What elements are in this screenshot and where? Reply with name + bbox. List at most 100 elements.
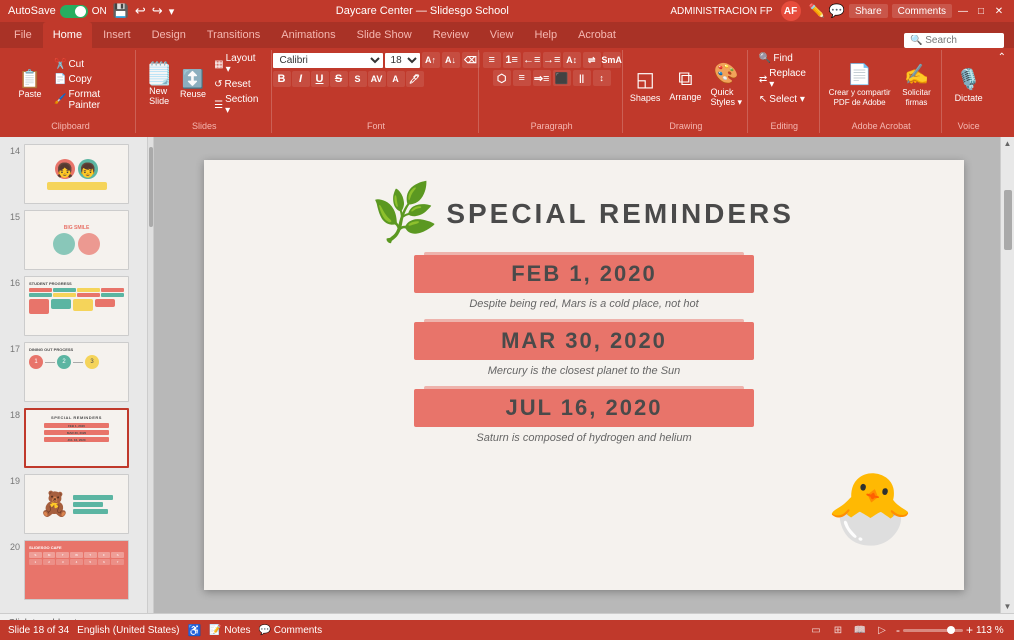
undo-icon[interactable]: ↩ xyxy=(135,3,146,19)
title-bar-right: ADMINISTRACION FP AF ✏️ 💬 Share Comments… xyxy=(670,1,1006,21)
create-pdf-button[interactable]: 📄 Crear y compartirPDF de Adobe xyxy=(826,60,894,109)
presentation-view-button[interactable]: ▷ xyxy=(874,622,890,638)
increase-indent-button[interactable]: →≡ xyxy=(543,52,561,68)
tab-design[interactable]: Design xyxy=(142,22,196,48)
text-direction-button[interactable]: A↕ xyxy=(563,52,581,68)
font-shrink-button[interactable]: A↓ xyxy=(442,52,460,68)
share-button[interactable]: Share xyxy=(849,4,888,18)
redo-icon[interactable]: ↪ xyxy=(152,3,163,19)
search-input[interactable] xyxy=(904,33,1004,48)
bullets-button[interactable]: ≡ xyxy=(483,52,501,68)
tab-animations[interactable]: Animations xyxy=(271,22,345,48)
new-slide-button[interactable]: 🗒️ NewSlide xyxy=(143,61,174,108)
copy-button[interactable]: 📄 Copy xyxy=(51,73,129,86)
quick-styles-icon: 🎨 xyxy=(714,61,739,86)
select-button[interactable]: ↖ Select ▾ xyxy=(756,93,813,106)
convert-button[interactable]: ⇌ xyxy=(583,52,601,68)
tab-insert[interactable]: Insert xyxy=(93,22,141,48)
zoom-out-button[interactable]: - xyxy=(896,623,900,637)
save-icon[interactable]: 💾 xyxy=(113,3,129,19)
slide-thumb-17[interactable]: 17 DINING OUT PROCESS 1 2 3 xyxy=(0,339,147,405)
slide-thumb-19[interactable]: 19 🧸 xyxy=(0,471,147,537)
feedback-icon[interactable]: 💬 xyxy=(829,3,845,19)
replace-button[interactable]: ⇄ Replace ▾ xyxy=(756,67,813,91)
tab-slideshow[interactable]: Slide Show xyxy=(347,22,422,48)
autosave-area[interactable]: AutoSave ON xyxy=(8,5,107,18)
decrease-indent-button[interactable]: ←≡ xyxy=(523,52,541,68)
justify-button[interactable]: ⬛ xyxy=(553,70,571,86)
smartart-button[interactable]: SmA xyxy=(603,52,621,68)
paste-button[interactable]: 📋 Paste xyxy=(12,68,48,101)
slide-thumb-16[interactable]: 16 STUDENT PROGRESS xyxy=(0,273,147,339)
comments-status-button[interactable]: 💬 Comments xyxy=(259,625,323,636)
format-painter-button[interactable]: 🖌️ Format Painter xyxy=(51,88,129,112)
user-avatar[interactable]: AF xyxy=(781,1,801,21)
clear-format-button[interactable]: ⌫ xyxy=(462,52,480,68)
collapse-ribbon-button[interactable]: ⌃ xyxy=(996,50,1008,133)
arrange-button[interactable]: ⧉ Arrange xyxy=(666,66,704,104)
highlight-button[interactable]: 🖊 xyxy=(406,71,424,87)
zoom-slider[interactable] xyxy=(903,629,963,632)
thumb-img-16[interactable]: STUDENT PROGRESS xyxy=(24,276,129,336)
slide-thumb-15[interactable]: 15 BIG SMILE xyxy=(0,207,147,273)
align-left-button[interactable]: ⬡ xyxy=(493,70,511,86)
thumb-img-19[interactable]: 🧸 xyxy=(24,474,129,534)
zoom-in-button[interactable]: + xyxy=(966,623,973,637)
tab-view[interactable]: View xyxy=(480,22,524,48)
slide-panel[interactable]: 14 👧 👦 xyxy=(0,137,148,613)
quick-styles-button[interactable]: 🎨 QuickStyles ▾ xyxy=(707,59,745,110)
align-center-button[interactable]: ≡ xyxy=(513,70,531,86)
maximize-button[interactable]: □ xyxy=(974,4,988,18)
reset-button[interactable]: ↺ Reset xyxy=(211,78,265,91)
font-family-select[interactable]: Calibri xyxy=(273,53,383,68)
line-spacing-button[interactable]: ↕ xyxy=(593,70,611,86)
slide-thumb-18[interactable]: 18 SPECIAL REMINDERS FEB 1, 2020 MAR 30,… xyxy=(0,405,147,471)
font-grow-button[interactable]: A↑ xyxy=(422,52,440,68)
reuse-button[interactable]: ↕️ Reuse xyxy=(178,68,208,101)
pen-icon[interactable]: ✏️ xyxy=(809,3,825,19)
normal-view-button[interactable]: ▭ xyxy=(808,622,824,638)
voice-group-label: Voice xyxy=(958,121,980,131)
section-button[interactable]: ☰ Section ▾ xyxy=(211,93,265,117)
bold-button[interactable]: B xyxy=(273,71,291,87)
zoom-level[interactable]: 113 % xyxy=(976,625,1006,636)
request-signatures-button[interactable]: ✍️ Solicitarfirmas xyxy=(897,60,937,109)
notes-status-button[interactable]: 📝 Notes xyxy=(209,625,250,636)
thumb-img-17[interactable]: DINING OUT PROCESS 1 2 3 xyxy=(24,342,129,402)
thumb-img-18[interactable]: SPECIAL REMINDERS FEB 1, 2020 MAR 30, 20… xyxy=(24,408,129,468)
strikethrough-button[interactable]: S xyxy=(330,71,348,87)
font-size-select[interactable]: 18 xyxy=(385,53,420,68)
thumb-img-20[interactable]: SLIDESGO CAFE S M T W T F S 1 2 3 xyxy=(24,540,129,600)
underline-button[interactable]: U xyxy=(311,71,329,87)
italic-button[interactable]: I xyxy=(292,71,310,87)
thumb-img-14[interactable]: 👧 👦 xyxy=(24,144,129,204)
slide-sorter-button[interactable]: ⊞ xyxy=(830,622,846,638)
minimize-button[interactable]: — xyxy=(956,4,970,18)
tab-acrobat[interactable]: Acrobat xyxy=(568,22,626,48)
reading-view-button[interactable]: 📖 xyxy=(852,622,868,638)
numbering-button[interactable]: 1≡ xyxy=(503,52,521,68)
canvas-scrollbar[interactable]: ▲ ▼ xyxy=(1000,137,1014,613)
autosave-toggle[interactable] xyxy=(60,5,88,18)
cut-button[interactable]: ✂️ Cut xyxy=(51,58,129,71)
columns-button[interactable]: || xyxy=(573,70,591,86)
shapes-button[interactable]: ◱ Shapes xyxy=(627,65,664,105)
align-right-button[interactable]: ⇒≡ xyxy=(533,70,551,86)
tab-home[interactable]: Home xyxy=(43,22,92,48)
dictate-button[interactable]: 🎙️ Dictate xyxy=(952,65,986,105)
thumb-img-15[interactable]: BIG SMILE xyxy=(24,210,129,270)
shadow-button[interactable]: S xyxy=(349,71,367,87)
slide-thumb-14[interactable]: 14 👧 👦 xyxy=(0,141,147,207)
layout-button[interactable]: ▦ Layout ▾ xyxy=(211,52,265,76)
char-spacing-button[interactable]: AV xyxy=(368,71,386,87)
tab-transitions[interactable]: Transitions xyxy=(197,22,270,48)
tab-help[interactable]: Help xyxy=(524,22,567,48)
slide-canvas[interactable]: 🌿 SPECIAL REMINDERS FEB 1, 2020 Despite … xyxy=(204,160,964,590)
slide-thumb-20[interactable]: 20 SLIDESGO CAFE S M T W T F S 1 xyxy=(0,537,147,603)
comments-button[interactable]: Comments xyxy=(892,4,952,18)
close-button[interactable]: ✕ xyxy=(992,4,1006,18)
tab-file[interactable]: File xyxy=(4,22,42,48)
font-color-button[interactable]: A xyxy=(387,71,405,87)
find-button[interactable]: 🔍 Find xyxy=(756,52,813,65)
tab-review[interactable]: Review xyxy=(423,22,479,48)
